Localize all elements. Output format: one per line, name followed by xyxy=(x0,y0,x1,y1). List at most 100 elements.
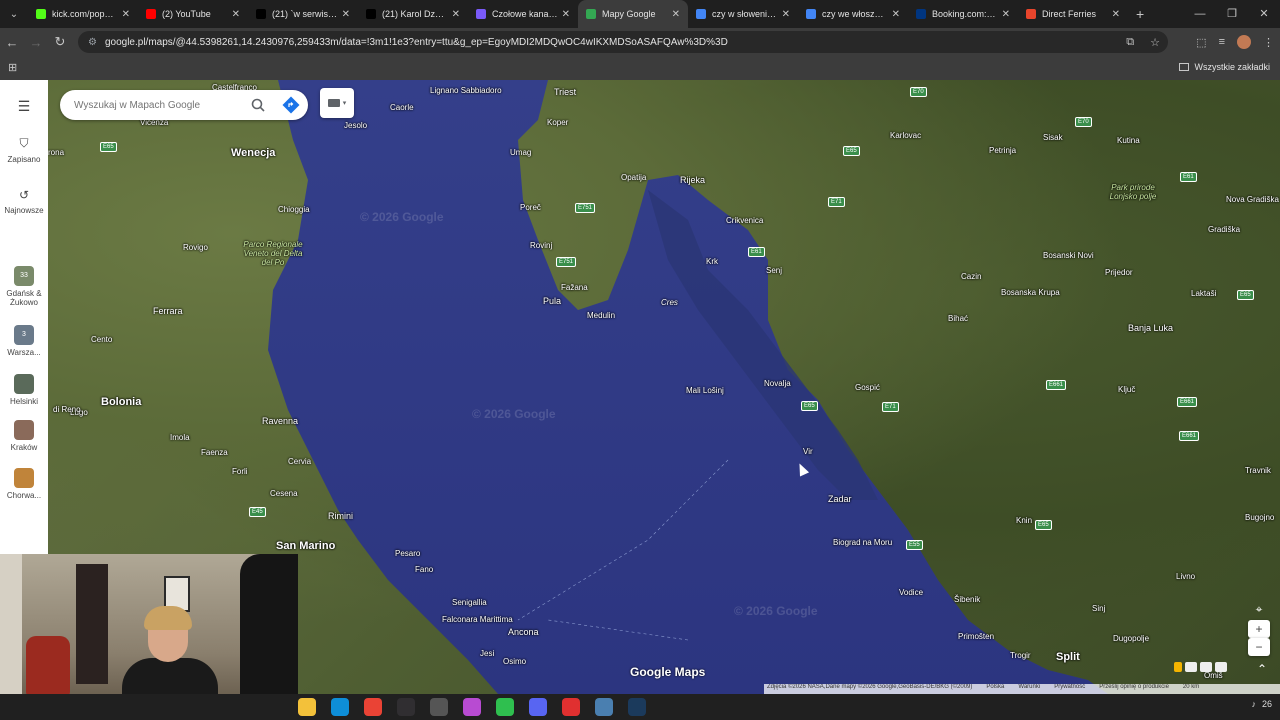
map-label[interactable]: Ključ xyxy=(1118,385,1135,394)
tab-1[interactable]: (2) YouTube ✕ xyxy=(138,0,248,28)
all-bookmarks-button[interactable]: Wszystkie zakładki xyxy=(1179,62,1270,72)
close-tab-icon[interactable]: ✕ xyxy=(342,9,350,20)
map-label[interactable]: Dugopolje xyxy=(1113,634,1149,643)
edge-icon[interactable] xyxy=(331,698,349,716)
map-label[interactable]: Faenza xyxy=(201,448,228,457)
map-label[interactable]: San Marino xyxy=(276,540,335,552)
saved-button[interactable]: ⛉ Zapisano xyxy=(0,136,48,164)
map-label[interactable]: Rimini xyxy=(328,511,353,521)
map-label[interactable]: Triest xyxy=(554,87,576,97)
map-label[interactable]: rona xyxy=(48,148,64,157)
recent-item[interactable]: 33 Gdańsk & Żukowo xyxy=(0,266,48,307)
map-label[interactable]: Chioggia xyxy=(278,205,310,214)
map-label[interactable]: Šibenik xyxy=(954,595,980,604)
map-label[interactable]: Senigallia xyxy=(452,598,487,607)
apps-grid-icon[interactable]: ⊞ xyxy=(8,61,17,74)
map-label[interactable]: Koper xyxy=(547,118,568,127)
layer-thumb[interactable] xyxy=(1185,662,1197,672)
map-label[interactable]: Sinj xyxy=(1092,604,1105,613)
photos-icon[interactable] xyxy=(463,698,481,716)
recent-item[interactable]: Kraków xyxy=(0,420,48,452)
tab-9[interactable]: Direct Ferries ✕ xyxy=(1018,0,1128,28)
map-layers-button[interactable]: ▾ xyxy=(320,88,354,118)
tab-3[interactable]: (21) Karol Dzonso ✕ xyxy=(358,0,468,28)
map-label[interactable]: Parco Regionale Veneto del Delta del Po xyxy=(238,240,308,267)
close-tab-icon[interactable]: ✕ xyxy=(562,9,570,20)
app-blue-icon[interactable] xyxy=(595,698,613,716)
my-location-button[interactable]: ⌖ xyxy=(1248,598,1270,620)
map-label[interactable]: Caorle xyxy=(390,103,414,112)
map-label[interactable]: Laktaši xyxy=(1191,289,1216,298)
terms-link[interactable]: Warunki xyxy=(1018,684,1040,694)
map-label[interactable]: Bosanska Krupa xyxy=(1001,288,1060,297)
map-label[interactable]: Sisak xyxy=(1043,133,1063,142)
map-label[interactable]: Osimo xyxy=(503,657,526,666)
layer-thumb[interactable] xyxy=(1215,662,1227,672)
map-label[interactable]: Pesaro xyxy=(395,549,420,558)
map-label[interactable]: Cesena xyxy=(270,489,298,498)
reload-button[interactable]: ↻ xyxy=(48,34,72,50)
map-label[interactable]: Falconara Marittima xyxy=(442,615,513,624)
map-label[interactable]: Karlovac xyxy=(890,131,921,140)
directions-icon[interactable] xyxy=(282,96,300,114)
tab-4[interactable]: Czołowe kanały - ✕ xyxy=(468,0,578,28)
tab-8[interactable]: Booking.com: Ho ✕ xyxy=(908,0,1018,28)
tab-2[interactable]: (21) `w serwisie X ✕ xyxy=(248,0,358,28)
map-label[interactable]: Bosanski Novi xyxy=(1043,251,1094,260)
file-explorer-icon[interactable] xyxy=(298,698,316,716)
map-label[interactable]: Split xyxy=(1056,651,1080,663)
forward-button[interactable]: → xyxy=(24,35,48,50)
restore-icon[interactable]: ❐ xyxy=(1216,0,1248,28)
map-label[interactable]: Knin xyxy=(1016,516,1032,525)
map-label[interactable]: Medulin xyxy=(587,311,615,320)
map-label[interactable]: Ancona xyxy=(508,627,539,637)
menu-button[interactable]: ☰ xyxy=(0,98,48,115)
address-bar[interactable]: ⚙ google.pl/maps/@44.5398261,14.2430976,… xyxy=(78,31,1168,53)
feedback-link[interactable]: Prześlij opinię o produkcie xyxy=(1099,684,1169,694)
map-label[interactable]: Banja Luka xyxy=(1128,323,1173,333)
map-label[interactable]: Cazin xyxy=(961,272,981,281)
map-label[interactable]: Bihać xyxy=(948,314,968,323)
map-label[interactable]: Park prirode Lonjsko polje xyxy=(1098,183,1168,201)
steam-icon[interactable] xyxy=(628,698,646,716)
map-label[interactable]: Crikvenica xyxy=(726,216,763,225)
map-label[interactable]: Vodice xyxy=(899,588,923,597)
map-label[interactable]: Jesolo xyxy=(344,121,367,130)
map-label[interactable]: Mali Lošinj xyxy=(686,386,724,395)
search-input[interactable] xyxy=(74,99,234,111)
recent-item[interactable]: 3 Warsza... xyxy=(0,325,48,357)
map-label[interactable]: Cento xyxy=(91,335,112,344)
map-label[interactable]: Travnik xyxy=(1245,466,1271,475)
extensions-icon[interactable]: ⬚ xyxy=(1196,36,1206,49)
chrome-icon[interactable] xyxy=(364,698,382,716)
map-label[interactable]: Wenecja xyxy=(231,147,275,159)
map-label[interactable]: Krk xyxy=(706,257,718,266)
new-tab-button[interactable]: + xyxy=(1128,6,1152,22)
close-window-icon[interactable]: ✕ xyxy=(1248,0,1280,28)
map-label[interactable]: Ferrara xyxy=(153,306,183,316)
map-label[interactable]: Zadar xyxy=(828,494,852,504)
map-label[interactable]: Trogir xyxy=(1010,651,1031,660)
search-icon[interactable] xyxy=(250,97,266,113)
country-link[interactable]: Polska xyxy=(986,684,1004,694)
discord-icon[interactable] xyxy=(529,698,547,716)
map-label[interactable]: Rovigo xyxy=(183,243,208,252)
install-app-icon[interactable]: ⧉ xyxy=(1118,36,1142,49)
map-label[interactable]: Bolonia xyxy=(101,396,141,408)
player-icon[interactable] xyxy=(496,698,514,716)
recent-item[interactable]: Chorwa... xyxy=(0,468,48,500)
map-label[interactable]: Vir xyxy=(803,447,813,456)
speaker-icon[interactable]: ♪ xyxy=(1251,699,1256,709)
layer-thumb[interactable] xyxy=(1200,662,1212,672)
map-label[interactable]: Umag xyxy=(510,148,531,157)
tab-0[interactable]: kick.com/popout/ ✕ xyxy=(28,0,138,28)
map-label[interactable]: Lignano Sabbiadoro xyxy=(430,86,502,95)
close-tab-icon[interactable]: ✕ xyxy=(1112,9,1120,20)
map-label[interactable]: Cervia xyxy=(288,457,311,466)
close-tab-icon[interactable]: ✕ xyxy=(452,9,460,20)
map-label[interactable]: Rovinj xyxy=(530,241,552,250)
map-label[interactable]: Imola xyxy=(170,433,190,442)
zoom-out-button[interactable]: − xyxy=(1248,638,1270,656)
map-label[interactable]: Novalja xyxy=(764,379,791,388)
map-label[interactable]: Jesi xyxy=(480,649,494,658)
